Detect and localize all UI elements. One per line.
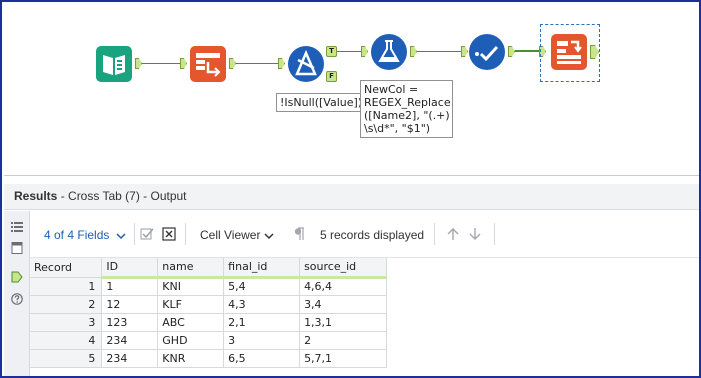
table-cell[interactable]: GHD xyxy=(157,331,225,350)
connection-line xyxy=(337,51,363,52)
cross-tab-selected-tool-icon[interactable] xyxy=(549,32,589,72)
app-window: T F !IsNull([Value]) NewCol = REGEX_Repl… xyxy=(0,0,701,378)
table-cell[interactable]: 6,5 xyxy=(223,349,301,368)
filter-annotation: !IsNull([Value]) xyxy=(276,93,367,112)
table-cell[interactable]: KLF xyxy=(157,295,225,314)
table-row[interactable]: 2 12 KLF 4,3 3,4 xyxy=(30,295,387,314)
results-title-rest: - Cross Tab (7) - Output xyxy=(57,189,187,203)
table-cell[interactable]: 123 xyxy=(101,313,159,332)
toolbar-divider xyxy=(134,223,135,245)
input-data-tool-icon[interactable] xyxy=(94,44,134,84)
document-icon[interactable] xyxy=(11,242,23,254)
column-header-record[interactable]: Record xyxy=(30,258,103,278)
table-row[interactable]: 3 123 ABC 2,1 1,3,1 xyxy=(30,313,387,332)
output-anchor[interactable] xyxy=(135,58,142,69)
table-cell[interactable]: 12 xyxy=(101,295,159,314)
record-number-cell: 4 xyxy=(30,331,103,350)
record-number-cell: 1 xyxy=(30,277,103,296)
input-anchor[interactable] xyxy=(278,58,285,69)
table-cell[interactable]: 1 xyxy=(101,277,159,296)
column-header-final-id[interactable]: final_id xyxy=(223,258,301,279)
table-cell[interactable]: 4,3 xyxy=(223,295,301,314)
results-title-bold: Results xyxy=(14,189,58,203)
table-cell[interactable]: 234 xyxy=(101,349,159,368)
formula-annotation: NewCol = REGEX_Replace ([Name2], "(.+) \… xyxy=(360,80,453,138)
help-icon[interactable] xyxy=(11,293,23,305)
arrow-up-icon[interactable] xyxy=(446,227,460,241)
table-cell[interactable]: 5,7,1 xyxy=(299,349,387,368)
table-cell[interactable]: 234 xyxy=(101,331,159,350)
table-cell[interactable]: 3 xyxy=(223,331,301,350)
uncheck-all-icon[interactable] xyxy=(162,227,176,241)
results-table[interactable]: Record ID name final_id source_id 1 1 KN… xyxy=(30,258,387,368)
table-cell[interactable]: 5,4 xyxy=(223,277,301,296)
table-row[interactable]: 4 234 GHD 3 2 xyxy=(30,331,387,350)
chevron-down-icon[interactable] xyxy=(114,229,128,243)
table-cell[interactable]: 2 xyxy=(299,331,387,350)
table-row[interactable]: 5 234 KNR 6,5 5,7,1 xyxy=(30,349,387,368)
output-anchor[interactable] xyxy=(508,46,515,57)
connection-line xyxy=(236,63,279,64)
select-tool-icon[interactable] xyxy=(467,32,507,72)
table-cell[interactable]: KNI xyxy=(157,277,225,296)
pilcrow-icon[interactable] xyxy=(292,227,306,241)
toolbar-divider xyxy=(494,223,495,245)
record-number-cell: 3 xyxy=(30,313,103,332)
input-anchor[interactable] xyxy=(180,58,187,69)
table-row[interactable]: 1 1 KNI 5,4 4,6,4 xyxy=(30,277,387,296)
cross-tab-tool-icon[interactable] xyxy=(188,44,228,84)
results-toolbar: 4 of 4 Fields Cell Viewer 5 records disp… xyxy=(30,211,699,258)
table-cell[interactable]: KNR xyxy=(157,349,225,368)
check-all-icon[interactable] xyxy=(140,227,154,241)
filter-tool-icon[interactable] xyxy=(286,44,326,84)
output-anchor[interactable] xyxy=(229,58,236,69)
records-displayed: 5 records displayed xyxy=(320,228,425,242)
connection-line xyxy=(417,51,462,52)
chevron-down-icon[interactable] xyxy=(262,229,276,243)
table-cell[interactable]: 1,3,1 xyxy=(299,313,387,332)
connection-line-selected xyxy=(515,50,541,52)
formula-tool-icon[interactable] xyxy=(369,32,409,72)
table-cell[interactable]: 4,6,4 xyxy=(299,277,387,296)
list-icon[interactable] xyxy=(11,221,23,233)
filter-true-anchor[interactable]: T xyxy=(326,46,337,57)
fields-selector[interactable]: 4 of 4 Fields xyxy=(44,228,109,242)
column-header-source-id[interactable]: source_id xyxy=(299,258,387,279)
table-cell[interactable]: 3,4 xyxy=(299,295,387,314)
record-number-cell: 2 xyxy=(30,295,103,314)
results-header: Results - Cross Tab (7) - Output xyxy=(4,184,699,210)
anchor-output-icon[interactable] xyxy=(11,271,23,283)
results-side-rail xyxy=(4,211,30,376)
results-panel: 4 of 4 Fields Cell Viewer 5 records disp… xyxy=(4,211,699,376)
table-cell[interactable]: 2,1 xyxy=(223,313,301,332)
column-header-name[interactable]: name xyxy=(157,258,225,279)
results-title: Results - Cross Tab (7) - Output xyxy=(14,189,187,203)
cell-viewer-dropdown[interactable]: Cell Viewer xyxy=(200,228,260,242)
workflow-canvas[interactable]: T F !IsNull([Value]) NewCol = REGEX_Repl… xyxy=(4,4,699,176)
record-number-cell: 5 xyxy=(30,349,103,368)
filter-false-anchor[interactable]: F xyxy=(326,71,337,82)
output-anchor[interactable] xyxy=(410,46,417,57)
toolbar-divider xyxy=(185,223,186,245)
column-header-id[interactable]: ID xyxy=(101,258,159,279)
toolbar-divider xyxy=(434,223,435,245)
connection-line xyxy=(142,63,181,64)
arrow-down-icon[interactable] xyxy=(468,227,482,241)
table-header-row: Record ID name final_id source_id xyxy=(30,258,387,279)
table-cell[interactable]: ABC xyxy=(157,313,225,332)
input-anchor[interactable] xyxy=(361,46,368,57)
